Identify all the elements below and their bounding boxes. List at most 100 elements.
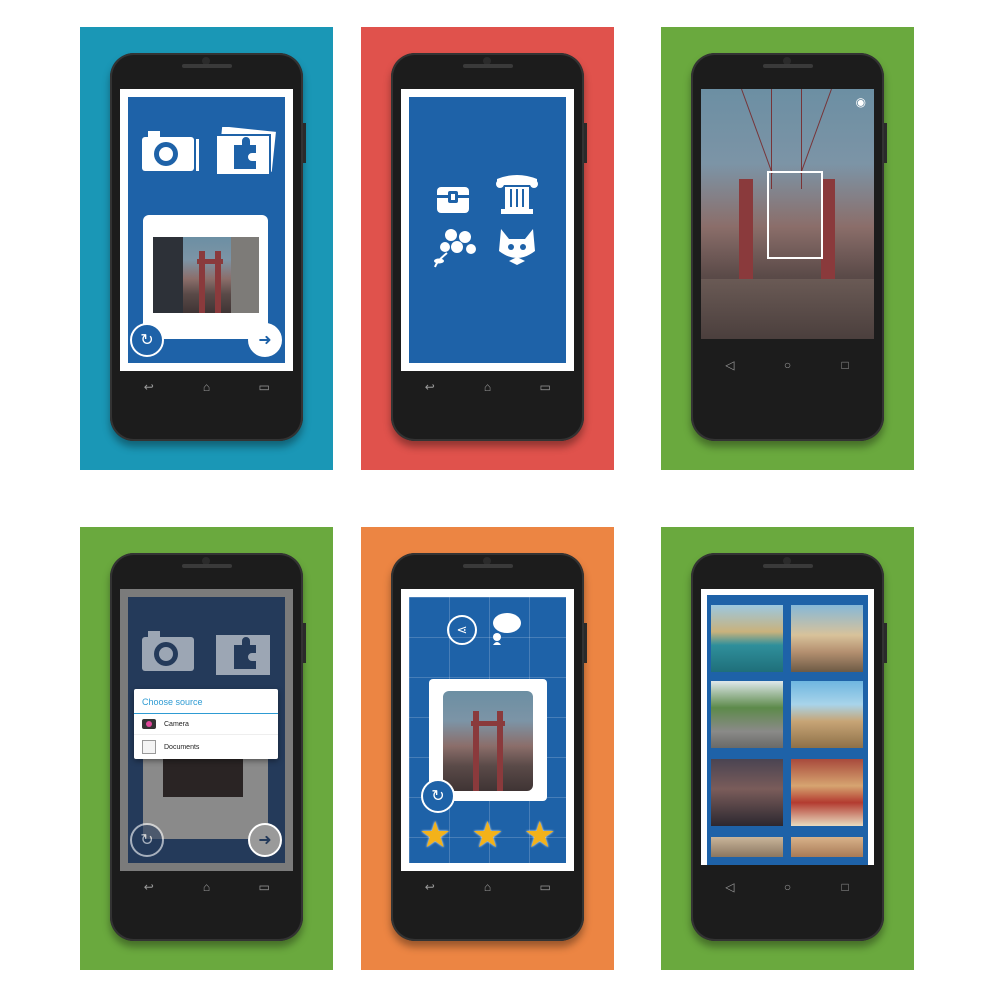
back-button[interactable]: ◁ (720, 880, 740, 894)
puzzle-background: ⋖ ↻ ★ ★ ★ (409, 597, 566, 863)
completed-photo (443, 691, 533, 791)
recents-button[interactable]: ▭ (535, 880, 555, 894)
side-button (884, 123, 887, 163)
recents-button[interactable]: ▭ (254, 880, 274, 894)
phone: ◁ ○ □ (691, 553, 887, 941)
documents-icon (142, 740, 156, 754)
puzzle-gallery-icon[interactable] (212, 127, 278, 177)
home-button[interactable]: ⌂ (196, 880, 216, 894)
recents-button[interactable]: ▭ (535, 380, 555, 394)
back-button[interactable]: ↩ (420, 380, 440, 394)
panel-puzzle-complete: ⋖ ↻ ★ ★ ★ ↩ ⌂ ▭ (361, 527, 614, 970)
back-button[interactable]: ◁ (720, 358, 740, 372)
gallery-thumbnail[interactable] (791, 681, 863, 748)
photo-frame[interactable] (143, 215, 268, 339)
rotate-button: ↻ (130, 823, 164, 857)
rotate-button[interactable]: ↻ (130, 323, 164, 357)
camera-icon[interactable] (140, 129, 200, 175)
side-button (303, 123, 306, 163)
screen: ↻ ➜ Choose source Camera Documents (120, 589, 293, 871)
back-button[interactable]: ↩ (139, 380, 159, 394)
recents-button[interactable]: □ (835, 880, 855, 894)
home-button[interactable]: ⌂ (477, 380, 497, 394)
panel-photo-preview: ◉ ◁ ○ □ (661, 27, 914, 470)
treasure-chest-icon[interactable] (433, 177, 473, 217)
home-button[interactable]: ○ (777, 358, 797, 372)
arrow-right-icon: ➜ (258, 332, 272, 349)
home-button[interactable]: ⌂ (477, 880, 497, 894)
chat-icon[interactable] (489, 611, 523, 645)
side-button (584, 123, 587, 163)
gallery-thumbnail[interactable] (711, 759, 783, 826)
share-button[interactable]: ⋖ (447, 615, 477, 645)
screen: ◉ (701, 89, 874, 339)
nav-bar: ↩ ⌂ ▭ (401, 375, 574, 399)
gallery-thumbnail[interactable] (711, 681, 783, 748)
phone: ↻ ➜ ↩ ⌂ ▭ (110, 53, 306, 441)
option-label: Camera (164, 720, 189, 728)
screen (701, 589, 874, 865)
selection-frame[interactable] (767, 171, 823, 259)
recents-button[interactable]: ▭ (254, 380, 274, 394)
back-button[interactable]: ↩ (420, 880, 440, 894)
stars-row: ★ ★ ★ (409, 817, 566, 853)
speaker (763, 64, 813, 68)
panel-theme-select: ↩ ⌂ ▭ (361, 27, 614, 470)
share-icon: ⋖ (456, 622, 468, 637)
screen: ⋖ ↻ ★ ★ ★ (401, 589, 574, 871)
speaker (463, 64, 513, 68)
nav-bar: ◁ ○ □ (701, 353, 874, 377)
gallery-thumbnail[interactable] (711, 605, 783, 672)
option-label: Documents (164, 743, 200, 751)
camera-icon (142, 631, 194, 671)
panel-gallery: ◁ ○ □ (661, 527, 914, 970)
photo-frame (143, 747, 268, 839)
column-icon[interactable] (493, 173, 541, 217)
nav-bar: ↩ ⌂ ▭ (401, 875, 574, 899)
gallery-thumbnail[interactable] (791, 759, 863, 826)
choose-source-dialog: Choose source Camera Documents (134, 689, 278, 759)
next-button: ➜ (248, 823, 282, 857)
panel-main-menu: ↻ ➜ ↩ ⌂ ▭ (80, 27, 333, 470)
app-background (409, 97, 566, 363)
phone: ⋖ ↻ ★ ★ ★ ↩ ⌂ ▭ (391, 553, 587, 941)
speaker (182, 64, 232, 68)
phone: ◉ ◁ ○ □ (691, 53, 887, 441)
next-button[interactable]: ➜ (248, 323, 282, 357)
nav-bar: ◁ ○ □ (701, 875, 874, 899)
panel-choose-source: ↻ ➜ Choose source Camera Documents ↩ ⌂ ▭ (80, 527, 333, 970)
nav-bar: ↩ ⌂ ▭ (120, 875, 293, 899)
rotate-button[interactable]: ↻ (421, 779, 455, 813)
photo-preview (153, 237, 259, 313)
star-icon: ★ (419, 814, 452, 855)
screen (401, 89, 574, 371)
dialog-title: Choose source (134, 689, 278, 714)
side-button (303, 623, 306, 663)
gallery-thumbnail[interactable] (791, 837, 863, 857)
option-camera[interactable]: Camera (134, 714, 278, 735)
option-documents[interactable]: Documents (134, 735, 278, 759)
nav-bar: ↩ ⌂ ▭ (120, 375, 293, 399)
home-button[interactable]: ○ (777, 880, 797, 894)
arrow-right-icon: ➜ (258, 832, 272, 849)
app-background: ↻ ➜ (128, 97, 285, 363)
phone: ↩ ⌂ ▭ (391, 53, 587, 441)
gallery-grid (707, 595, 868, 865)
eye-icon[interactable]: ◉ (856, 95, 866, 109)
rotate-icon: ↻ (140, 832, 154, 849)
camera-icon (142, 719, 156, 729)
star-icon: ★ (471, 814, 504, 855)
side-button (884, 623, 887, 663)
screen: ↻ ➜ (120, 89, 293, 371)
cat-icon[interactable] (495, 225, 539, 269)
flowers-icon[interactable] (431, 227, 477, 269)
gallery-thumbnail[interactable] (711, 837, 783, 857)
gallery-thumbnail[interactable] (791, 605, 863, 672)
home-button[interactable]: ⌂ (196, 380, 216, 394)
rotate-icon: ↻ (431, 788, 445, 805)
bridge-photo: ◉ (701, 89, 874, 339)
recents-button[interactable]: □ (835, 358, 855, 372)
speaker (463, 564, 513, 568)
back-button[interactable]: ↩ (139, 880, 159, 894)
speaker (182, 564, 232, 568)
